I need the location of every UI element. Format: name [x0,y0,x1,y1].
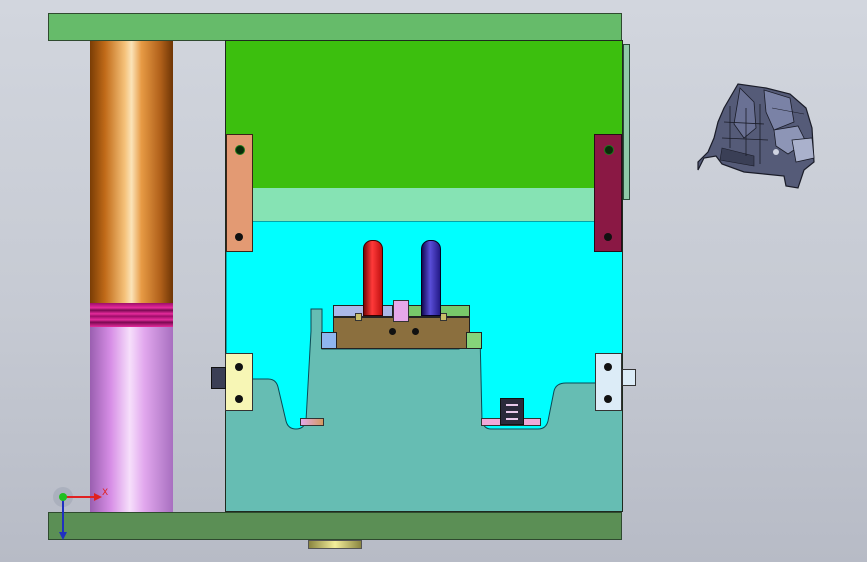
bottom-clamp-plate [48,512,622,540]
right-stop-nub [622,369,636,386]
guide-pillar [90,41,173,303]
left-stop-nub [211,367,226,389]
ejector-boss [308,540,362,549]
cavity-plate [226,41,622,189]
screw-hole [412,328,419,335]
screw-hole [235,395,243,403]
blue-angle-pin [421,240,441,316]
stripper-plate [226,188,622,222]
top-clamp-plate [48,13,622,41]
screw-hole [235,363,243,371]
slider-clip [440,313,447,321]
screw-hole [389,328,396,335]
screw-hole [604,363,612,371]
screw-hole [235,145,245,155]
part-thumbnail-icon[interactable] [694,78,820,196]
side-strip [623,44,630,200]
red-angle-pin [363,240,383,316]
slider-clip [355,313,362,321]
slider-center-key [393,300,409,322]
slider-side-right [466,332,482,349]
ejector-chip [500,398,524,425]
axis-triad-icon [53,487,102,540]
screw-hole [235,233,243,241]
guide-ring-band [90,303,173,327]
screw-hole [604,145,614,155]
x-axis-label: X [102,488,109,498]
slider-side-left [321,332,337,349]
insert-left [300,418,324,426]
cad-viewport[interactable]: X Y [0,0,867,562]
screw-hole [604,395,612,403]
screw-hole [604,233,612,241]
